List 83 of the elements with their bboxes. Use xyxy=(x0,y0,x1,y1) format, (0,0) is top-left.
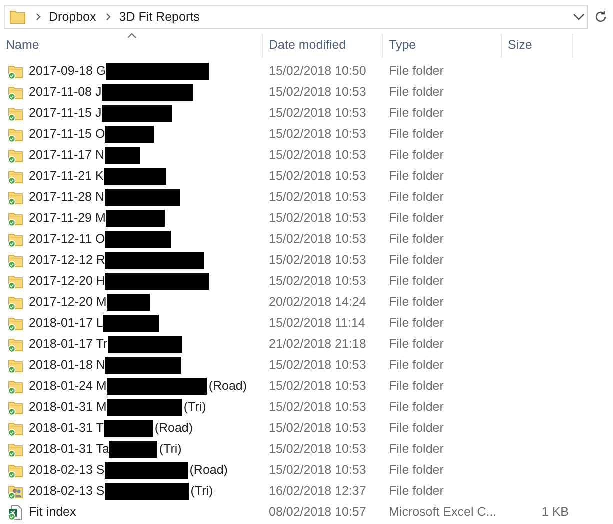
type-cell: File folder xyxy=(389,64,444,78)
date-cell: 15/02/2018 10:53 xyxy=(269,211,366,226)
file-name[interactable]: 2018-01-31 Ta xyxy=(29,440,110,459)
date-cell: 15/02/2018 10:53 xyxy=(269,400,366,414)
type-cell: File folder xyxy=(389,274,444,288)
type-cell: File folder xyxy=(389,463,444,478)
date-cell: 15/02/2018 10:53 xyxy=(269,358,366,372)
file-name[interactable]: 2017-09-18 G xyxy=(29,62,106,81)
breadcrumb-item[interactable]: Dropbox xyxy=(49,8,96,26)
type-cell: File folder xyxy=(389,295,444,310)
file-name-suffix: (Tri) xyxy=(159,441,182,458)
type-cell: File folder xyxy=(389,106,444,120)
date-cell: 15/02/2018 10:53 xyxy=(269,274,366,288)
type-cell: File folder xyxy=(389,211,444,226)
date-cell: 20/02/2018 14:24 xyxy=(269,295,366,310)
date-cell: 15/02/2018 10:53 xyxy=(269,169,366,184)
date-cell: 15/02/2018 10:53 xyxy=(269,106,366,120)
file-name[interactable]: 2017-11-29 M xyxy=(29,209,106,228)
type-cell: Microsoft Excel C... xyxy=(389,505,497,520)
type-cell: File folder xyxy=(389,337,444,352)
date-cell: 08/02/2018 10:57 xyxy=(269,505,366,520)
date-cell: 15/02/2018 10:53 xyxy=(269,253,366,268)
type-cell: File folder xyxy=(389,85,444,100)
type-cell: File folder xyxy=(389,316,444,330)
file-name[interactable]: Fit index xyxy=(29,503,76,522)
type-cell: File folder xyxy=(389,379,444,394)
breadcrumb-item[interactable]: 3D Fit Reports xyxy=(119,8,200,26)
date-cell: 15/02/2018 10:53 xyxy=(269,421,366,436)
type-cell: File folder xyxy=(389,169,444,184)
file-name[interactable]: 2017-11-28 N xyxy=(29,188,105,207)
type-cell: File folder xyxy=(389,358,444,372)
date-cell: 15/02/2018 10:53 xyxy=(269,127,366,142)
date-cell: 15/02/2018 10:53 xyxy=(269,190,366,204)
column-header[interactable]: Size xyxy=(502,34,573,58)
date-cell: 15/02/2018 10:53 xyxy=(269,148,366,162)
file-name[interactable]: 2017-12-20 M xyxy=(29,293,107,312)
file-name[interactable]: 2017-11-15 J xyxy=(29,104,102,123)
dropdown-icon[interactable] xyxy=(573,13,585,21)
type-cell: File folder xyxy=(389,127,444,142)
date-cell: 15/02/2018 10:53 xyxy=(269,442,366,456)
date-cell: 15/02/2018 11:14 xyxy=(269,316,366,330)
file-name[interactable]: 2018-01-31 M xyxy=(29,398,107,417)
file-name[interactable]: 2017-11-15 O xyxy=(29,125,106,144)
type-cell: File folder xyxy=(389,484,444,498)
date-cell: 15/02/2018 10:53 xyxy=(269,463,366,478)
date-cell: 15/02/2018 10:53 xyxy=(269,85,366,100)
type-cell: File folder xyxy=(389,442,444,456)
type-cell: File folder xyxy=(389,232,444,246)
type-cell: File folder xyxy=(389,421,444,436)
type-cell: File folder xyxy=(389,190,444,204)
file-name-suffix: (Tri) xyxy=(184,399,206,416)
type-cell: File folder xyxy=(389,400,444,414)
date-cell: 16/02/2018 12:37 xyxy=(269,484,366,498)
file-name[interactable]: 2017-11-17 N xyxy=(29,146,105,165)
file-name-suffix: (Tri) xyxy=(190,483,214,500)
file-name[interactable]: 2018-01-24 M xyxy=(29,377,107,396)
refresh-icon[interactable] xyxy=(594,10,608,24)
file-name[interactable]: 2018-01-17 L xyxy=(29,314,104,333)
date-cell: 21/02/2018 21:18 xyxy=(269,337,366,352)
address-bar[interactable]: Dropbox 3D Fit Reports xyxy=(4,5,588,29)
column-header[interactable]: Name xyxy=(0,34,263,58)
file-name[interactable]: 2018-02-13 S xyxy=(29,482,105,501)
file-name[interactable]: 2017-12-11 O xyxy=(29,230,106,249)
column-header[interactable]: Date modified xyxy=(263,34,383,58)
file-name-suffix: (Road) xyxy=(190,462,228,480)
file-name[interactable]: 2018-01-17 Tr xyxy=(29,335,108,354)
file-name[interactable]: 2017-12-20 H xyxy=(29,272,106,291)
date-cell: 15/02/2018 10:53 xyxy=(269,232,366,246)
file-name[interactable]: 2018-01-18 N xyxy=(29,356,106,375)
file-name[interactable]: 2018-02-13 S xyxy=(29,461,105,480)
file-name[interactable]: 2017-11-21 K xyxy=(29,167,104,186)
date-cell: 15/02/2018 10:50 xyxy=(269,64,366,78)
size-cell-text: 1 KB xyxy=(542,504,569,522)
file-name[interactable]: 2017-11-08 J xyxy=(29,83,102,102)
file-name[interactable]: 2018-01-31 T xyxy=(29,419,104,438)
file-name[interactable]: 2017-12-12 R xyxy=(29,251,106,270)
date-cell: 15/02/2018 10:53 xyxy=(269,379,366,394)
column-header[interactable]: Type xyxy=(383,34,502,58)
folder-icon xyxy=(10,10,26,24)
file-name-suffix: (Road) xyxy=(208,378,248,396)
type-cell: File folder xyxy=(389,148,444,162)
type-cell: File folder xyxy=(389,253,444,268)
file-name-suffix: (Road) xyxy=(154,420,194,438)
